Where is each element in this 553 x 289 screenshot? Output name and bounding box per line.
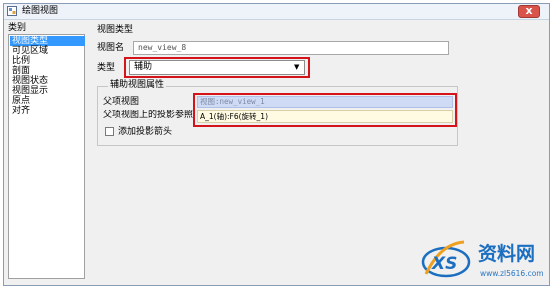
category-item-visible-area[interactable]: 可见区域	[10, 46, 85, 56]
watermark-logo-letters: XS	[431, 254, 457, 274]
view-name-input[interactable]: new_view_8	[133, 41, 449, 55]
title-bar	[4, 4, 549, 20]
category-item-scale[interactable]: 比例	[10, 56, 85, 66]
parent-view-label: 父项视图	[103, 97, 140, 107]
add-arrow-checkbox[interactable]	[105, 127, 114, 136]
group-title: 辅助视图属性	[108, 80, 167, 90]
type-label: 类型	[97, 63, 116, 73]
category-label: 类别	[8, 23, 27, 33]
category-item-section[interactable]: 剖面	[10, 66, 85, 76]
drawing-view-icon	[7, 6, 17, 16]
panel-title: 视图类型	[97, 25, 134, 35]
close-icon: x	[525, 4, 533, 17]
category-item-origin[interactable]: 原点	[10, 96, 85, 106]
projection-ref-label: 父项视图上的投影参照	[103, 110, 194, 120]
close-button[interactable]: x	[518, 5, 540, 18]
window-title: 绘图视图	[22, 6, 59, 16]
parent-view-field[interactable]: 视图:new_view_1	[197, 96, 453, 108]
watermark-logo: XS	[421, 240, 471, 278]
watermark-text: 资料网	[478, 243, 536, 265]
projection-ref-field[interactable]: A_1(轴):F6(旋转_1)	[197, 110, 453, 123]
type-select[interactable]: 辅助	[129, 60, 305, 75]
category-list[interactable]: 视图类型 可见区域 比例 剖面 视图状态 视图显示 原点 对齐	[8, 34, 85, 279]
category-item-alignment[interactable]: 对齐	[10, 106, 85, 116]
add-arrow-label: 添加投影箭头	[118, 127, 173, 137]
watermark-url: www.zl5616.com	[480, 269, 544, 278]
chevron-down-icon[interactable]: ▼	[294, 63, 299, 71]
category-item-view-display[interactable]: 视图显示	[10, 86, 85, 96]
category-item-view-type[interactable]: 视图类型	[10, 36, 85, 46]
view-name-label: 视图名	[97, 43, 125, 53]
category-item-view-state[interactable]: 视图状态	[10, 76, 85, 86]
